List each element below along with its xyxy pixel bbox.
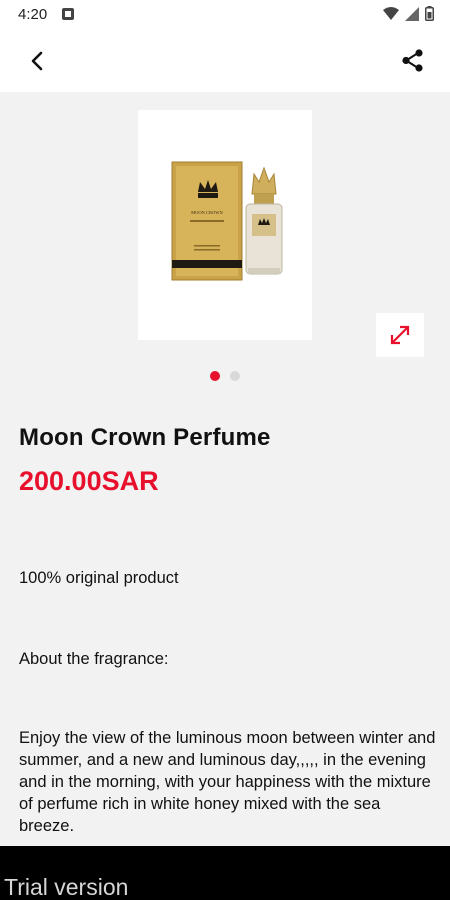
- product-title: Moon Crown Perfume: [19, 424, 271, 451]
- app-bar: [0, 30, 450, 92]
- back-button[interactable]: [22, 46, 52, 76]
- product-image[interactable]: MOON CROWN: [138, 110, 312, 340]
- description-paragraph: 100% original product: [19, 569, 179, 587]
- wifi-icon: [383, 6, 399, 20]
- status-time: 4:20: [18, 6, 48, 23]
- image-pager: [210, 371, 240, 381]
- box-label: MOON CROWN: [191, 210, 223, 215]
- description-paragraph: About the fragrance:: [19, 650, 169, 668]
- trial-banner: Trial version: [0, 846, 450, 900]
- product-price: 200.00SAR: [19, 466, 159, 496]
- signal-icon: [405, 6, 419, 21]
- description-paragraph: Enjoy the view of the luminous moon betw…: [19, 729, 436, 835]
- battery-icon: [425, 6, 434, 21]
- share-button[interactable]: [398, 46, 428, 76]
- status-icons: [383, 6, 434, 21]
- trial-text: Trial version: [4, 874, 129, 900]
- pager-dot[interactable]: [230, 371, 240, 381]
- status-bar: 4:20: [0, 0, 450, 30]
- expand-button[interactable]: [376, 313, 424, 357]
- share-icon: [402, 49, 423, 72]
- expand-icon: [390, 325, 410, 345]
- back-arrow-icon: [31, 51, 43, 71]
- perfume-illustration: MOON CROWN: [171, 161, 283, 281]
- notification-icon: [62, 8, 74, 20]
- pager-dot-active[interactable]: [210, 371, 220, 381]
